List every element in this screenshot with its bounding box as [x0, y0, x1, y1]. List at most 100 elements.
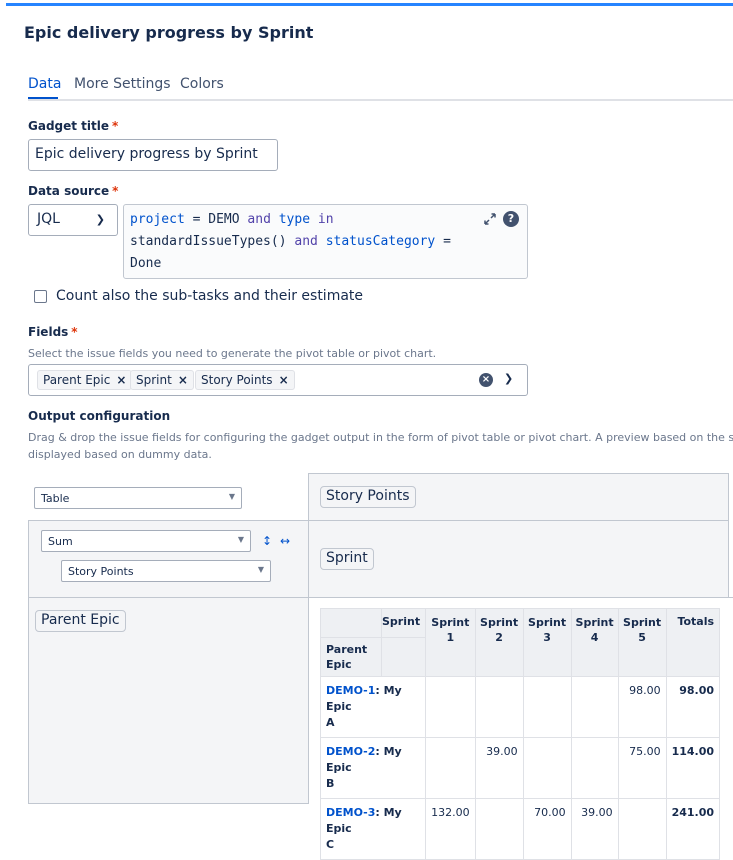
- output-help-line-2: displayed based on dummy data.: [28, 448, 212, 461]
- epic-link[interactable]: DEMO-2: [326, 745, 375, 758]
- table-cell: [474, 798, 524, 860]
- corner-cell: [320, 608, 382, 638]
- gadget-title-label-text: Gadget title: [28, 119, 110, 133]
- jql-token: project: [130, 212, 185, 227]
- required-mark: *: [71, 325, 78, 339]
- chevron-down-icon[interactable]: ❯: [504, 372, 513, 385]
- triangle-down-icon: ▼: [237, 535, 244, 544]
- col-header-sprint-2: Sprint 2: [474, 608, 524, 677]
- table-cell: 98.00: [617, 676, 667, 738]
- aggregator-select-value: Sum: [48, 535, 73, 548]
- field-pill-sprint[interactable]: Sprint: [320, 548, 374, 570]
- jql-token: = DEMO: [184, 212, 248, 227]
- tab-more-settings[interactable]: More Settings: [74, 76, 171, 92]
- table-cell: [570, 676, 619, 738]
- subtasks-checkbox[interactable]: [34, 290, 47, 303]
- tab-bar: Data More Settings Colors: [28, 76, 733, 101]
- col-header-sprint-4: Sprint 4: [570, 608, 619, 677]
- row-attr-header: Parent Epic: [320, 637, 382, 677]
- aggregator-select[interactable]: Sum ▼: [41, 530, 251, 552]
- fields-label: Fields *: [28, 325, 78, 339]
- gadget-title-label: Gadget title *: [28, 119, 118, 133]
- col-header-sprint-5: Sprint 5: [617, 608, 667, 677]
- data-source-label: Data source *: [28, 184, 118, 198]
- sort-columns-icon[interactable]: ↔: [280, 534, 290, 548]
- field-chip-story-points: Story Points ×: [195, 370, 295, 390]
- fields-help-text: Select the issue fields you need to gene…: [28, 347, 437, 360]
- row-header: DEMO-2: My Epic B: [319, 737, 427, 799]
- table-cell: 132.00: [425, 798, 476, 860]
- col-header-sprint-1: Sprint 1: [425, 608, 476, 677]
- total-cell: 114.00: [665, 737, 721, 799]
- page-title: Epic delivery progress by Sprint: [24, 23, 314, 42]
- jql-line-1: project = DEMO and type in: [130, 209, 521, 231]
- table-cell: 70.00: [522, 798, 572, 860]
- aggregator-field-value: Story Points: [68, 565, 134, 578]
- jql-token: Done: [130, 256, 162, 271]
- data-source-type-select[interactable]: JQL ❯: [28, 204, 118, 236]
- epic-link[interactable]: DEMO-1: [326, 684, 375, 697]
- epic-name: A: [326, 716, 335, 729]
- jql-token: =: [435, 234, 451, 249]
- tab-data[interactable]: Data: [28, 76, 61, 92]
- fields-label-text: Fields: [28, 325, 69, 339]
- remove-icon[interactable]: ×: [279, 373, 289, 387]
- col-header-line: Sprint: [575, 616, 614, 629]
- required-mark: *: [112, 119, 119, 133]
- row-attr-line: Parent: [326, 643, 368, 656]
- table-row: DEMO-3: My Epic C 132.00 70.00 39.00 241.…: [319, 798, 721, 860]
- col-header-line: 3: [543, 631, 551, 644]
- aggregator-field-select[interactable]: Story Points ▼: [61, 560, 271, 582]
- jql-token: and: [294, 234, 318, 249]
- table-cell: [617, 798, 667, 860]
- field-chip-sprint: Sprint ×: [130, 370, 194, 390]
- pivot-preview-table: Sprint Sprint 1 Sprint 2 Sprint 3 Sprint 4 S…: [319, 608, 721, 860]
- col-header-line: 1: [446, 631, 455, 644]
- total-cell: 98.00: [665, 676, 721, 738]
- epic-name: C: [326, 838, 335, 851]
- expand-icon[interactable]: [483, 212, 497, 226]
- epic-name: B: [326, 777, 335, 790]
- epic-link[interactable]: DEMO-3: [326, 806, 375, 819]
- totals-header: Totals: [665, 608, 721, 677]
- jql-token: statusCategory: [325, 234, 436, 249]
- data-source-label-text: Data source: [28, 184, 110, 198]
- data-source-type-value: JQL: [37, 211, 60, 227]
- table-row: DEMO-1: My Epic A 98.00 98.00: [319, 676, 721, 738]
- sort-rows-icon[interactable]: ↕: [262, 534, 272, 548]
- subtasks-checkbox-label: Count also the sub-tasks and their estim…: [56, 288, 364, 304]
- chip-label: Sprint: [136, 373, 172, 387]
- row-attr-line: Epic: [326, 658, 352, 671]
- col-header-line: 2: [495, 631, 503, 644]
- table-cell: [522, 737, 572, 799]
- table-cell: [425, 737, 476, 799]
- col-header-line: Sprint: [528, 616, 567, 629]
- col-attr-header: Sprint: [380, 608, 427, 638]
- chip-label: Story Points: [201, 373, 273, 387]
- output-configuration-label: Output configuration: [28, 409, 171, 423]
- gadget-title-input[interactable]: Epic delivery progress by Sprint: [28, 139, 278, 171]
- jql-editor[interactable]: project = DEMO and type in standardIssue…: [123, 204, 528, 279]
- top-accent-bar: [6, 3, 733, 6]
- triangle-down-icon: ▼: [257, 565, 264, 574]
- field-pill-story-points[interactable]: Story Points: [320, 486, 416, 508]
- jql-line-2: standardIssueTypes() and statusCategory …: [130, 231, 521, 253]
- col-header-line: Sprint: [431, 616, 470, 629]
- renderer-select-value: Table: [41, 492, 70, 505]
- remove-icon[interactable]: ×: [178, 373, 188, 387]
- jql-token: [318, 234, 326, 249]
- help-icon[interactable]: ?: [503, 211, 519, 227]
- table-cell: [474, 676, 524, 738]
- field-chip-parent-epic: Parent Epic ×: [37, 370, 133, 390]
- clear-icon[interactable]: ×: [479, 373, 493, 387]
- renderer-select[interactable]: Table ▼: [34, 487, 242, 509]
- jql-token: standardIssueTypes(): [130, 234, 295, 249]
- jql-token: and: [247, 212, 271, 227]
- remove-icon[interactable]: ×: [116, 373, 126, 387]
- fields-multiselect[interactable]: Parent Epic × Sprint × Story Points × × ❯: [28, 364, 528, 396]
- col-header-sprint-3: Sprint 3: [522, 608, 572, 677]
- field-pill-parent-epic[interactable]: Parent Epic: [35, 610, 126, 632]
- col-header-line: 4: [590, 631, 599, 644]
- tab-colors[interactable]: Colors: [180, 76, 224, 92]
- header-spacer: [380, 637, 427, 677]
